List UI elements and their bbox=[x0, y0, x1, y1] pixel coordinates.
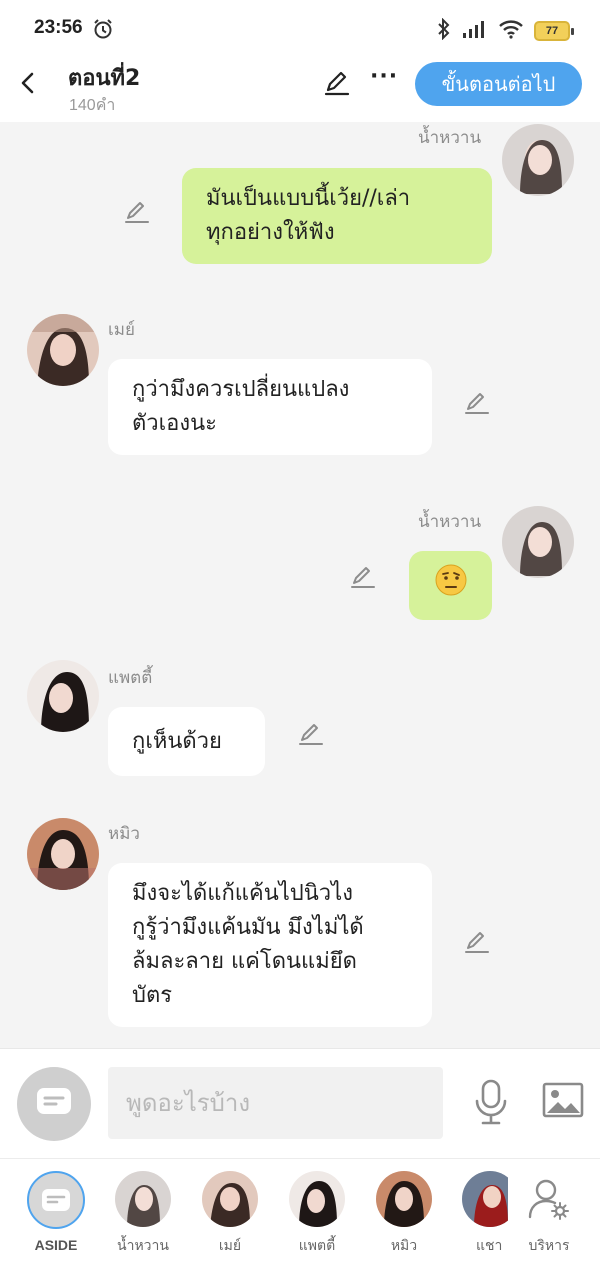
message-bubble[interactable]: มันเป็นแบบนี้เว้ย//เล่า ทุกอย่างให้ฟัง bbox=[182, 168, 492, 264]
message-line: ตัวเองนะ bbox=[132, 411, 217, 436]
message-line: บัตร bbox=[132, 983, 173, 1008]
battery-icon: 77 bbox=[534, 21, 574, 41]
character-bar: ASIDE น้ำหวาน เมย์ แพตตี้ หมิว แชา บริหา… bbox=[0, 1158, 600, 1267]
avatar bbox=[462, 1171, 508, 1227]
message-input[interactable] bbox=[108, 1067, 443, 1139]
edit-message-icon[interactable] bbox=[349, 563, 377, 591]
character-label: บริหาร bbox=[528, 1238, 570, 1254]
message-line: มันเป็นแบบนี้เว้ย//เล่า bbox=[206, 186, 411, 211]
message-bubble[interactable]: กูว่ามึงควรเปลี่ยนแปลง ตัวเองนะ bbox=[108, 359, 432, 455]
word-count: 140คำ bbox=[69, 97, 116, 114]
character-item[interactable]: หมิว bbox=[364, 1171, 444, 1257]
message-bubble[interactable]: กูเห็นด้วย bbox=[108, 707, 265, 776]
character-label: เมย์ bbox=[218, 1238, 242, 1254]
more-options-icon[interactable]: ··· bbox=[370, 64, 398, 89]
avatar[interactable] bbox=[27, 818, 99, 890]
sender-name: หมิว bbox=[108, 824, 140, 844]
edit-message-icon[interactable] bbox=[123, 198, 151, 226]
message-line: ล้มละลาย แค่โดนแม่ยึด bbox=[132, 949, 357, 974]
sender-name: เมย์ bbox=[108, 320, 135, 340]
sender-name: แพตตี้ bbox=[108, 668, 153, 688]
back-icon[interactable] bbox=[16, 68, 40, 98]
character-item[interactable]: น้ำหวาน bbox=[103, 1171, 183, 1257]
avatar bbox=[376, 1171, 432, 1227]
message-bubble[interactable]: มึงจะได้แก้แค้นไปนิวไง กูรู้ว่ามึงแค้นมั… bbox=[108, 863, 432, 1027]
chapter-title: ตอนที่2 bbox=[68, 66, 141, 91]
character-item[interactable]: เมย์ bbox=[190, 1171, 270, 1257]
character-manage[interactable]: บริหาร bbox=[509, 1171, 589, 1257]
compose-bar bbox=[0, 1048, 600, 1158]
chapter-header: ตอนที่2 140คำ ··· ขั้นตอนต่อไป bbox=[0, 58, 600, 122]
character-label: ASIDE bbox=[34, 1237, 78, 1253]
chat-area[interactable]: น้ำหวาน มันเป็นแบบนี้เว้ย//เล่า ทุกอย่าง… bbox=[0, 122, 600, 1048]
character-item[interactable]: แชา bbox=[448, 1171, 508, 1257]
sender-name: น้ำหวาน bbox=[418, 512, 482, 532]
status-icons: 77 bbox=[436, 17, 574, 44]
image-icon[interactable] bbox=[542, 1082, 584, 1122]
character-label: น้ำหวาน bbox=[117, 1238, 169, 1254]
mic-icon[interactable] bbox=[474, 1079, 508, 1129]
status-time: 23:56 bbox=[34, 17, 83, 38]
character-aside[interactable]: ASIDE bbox=[16, 1171, 96, 1253]
bluetooth-icon bbox=[436, 17, 452, 44]
avatar bbox=[115, 1171, 171, 1227]
message-line: กูว่ามึงควรเปลี่ยนแปลง bbox=[132, 377, 350, 402]
character-label: แชา bbox=[476, 1238, 503, 1254]
aside-icon bbox=[27, 1171, 85, 1229]
aside-icon bbox=[36, 1087, 72, 1121]
edit-title-icon[interactable] bbox=[322, 68, 352, 102]
avatar[interactable] bbox=[502, 506, 574, 578]
edit-message-icon[interactable] bbox=[297, 720, 325, 748]
next-step-button[interactable]: ขั้นตอนต่อไป bbox=[415, 62, 582, 106]
avatar[interactable] bbox=[27, 314, 99, 386]
edit-message-icon[interactable] bbox=[463, 389, 491, 417]
emoji-message bbox=[434, 563, 468, 608]
avatar[interactable] bbox=[27, 660, 99, 732]
wifi-icon bbox=[498, 19, 524, 43]
edit-message-icon[interactable] bbox=[463, 928, 491, 956]
avatar[interactable] bbox=[502, 124, 574, 196]
signal-icon bbox=[462, 19, 488, 43]
avatar bbox=[289, 1171, 345, 1227]
message-line: ทุกอย่างให้ฟัง bbox=[206, 220, 335, 245]
manage-characters-icon bbox=[521, 1171, 577, 1227]
alarm-icon bbox=[92, 18, 114, 44]
message-line: กูรู้ว่ามึงแค้นมัน มึงไม่ได้ bbox=[132, 915, 364, 940]
character-label: แพตตี้ bbox=[298, 1238, 336, 1254]
character-label: หมิว bbox=[390, 1238, 418, 1254]
avatar bbox=[202, 1171, 258, 1227]
message-line: มึงจะได้แก้แค้นไปนิวไง bbox=[132, 881, 353, 906]
sender-name: น้ำหวาน bbox=[418, 128, 482, 148]
message-line: กูเห็นด้วย bbox=[132, 728, 222, 754]
status-bar: 23:56 77 bbox=[0, 0, 600, 58]
aside-toggle-button[interactable] bbox=[17, 1067, 91, 1141]
message-bubble[interactable]: 🤨 bbox=[409, 551, 492, 620]
character-item[interactable]: แพตตี้ bbox=[277, 1171, 357, 1257]
